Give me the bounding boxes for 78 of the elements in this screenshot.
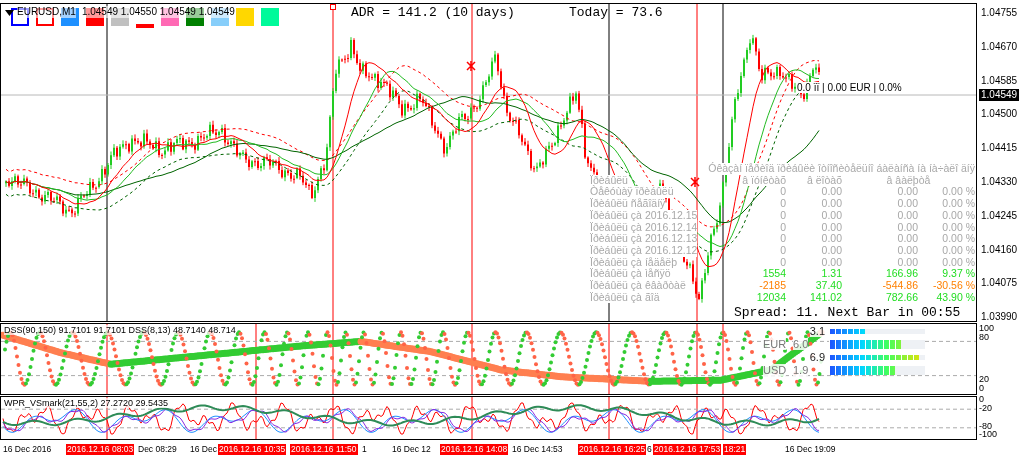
price-label: 1.04415: [981, 142, 1018, 155]
table-cell: 0.00 %: [942, 233, 975, 245]
time-marker-label: 2016.12.16 10:35: [218, 444, 287, 455]
table-cell: 0.00: [821, 233, 842, 245]
indicator-title: WPR_VSmark(21,55,2) 27.2720 29.5435: [4, 398, 169, 408]
table-cell: 0.00: [897, 233, 918, 245]
table-cell: 0: [780, 233, 786, 245]
time-label: 16 Dec 14:53: [512, 444, 563, 455]
symbol-label: EURUSD,M1: [17, 6, 76, 18]
time-marker-label: 2016.12.16 16:25: [578, 444, 647, 455]
table-cell: 0: [780, 244, 786, 257]
price-label: 1.04075: [981, 277, 1018, 290]
time-label: Dec 08:29: [138, 444, 177, 455]
price-label: 1.03990: [981, 311, 1018, 324]
asterisk-icon: [466, 60, 476, 72]
vertical-line[interactable]: [696, 4, 698, 321]
color-swatch[interactable]: [236, 8, 254, 26]
time-label: 16 Dec 19:09: [785, 444, 836, 455]
time-label: 16 Dec: [190, 444, 217, 455]
quote-text: 1.04549 1.04550 1.04549 1.04549: [81, 6, 235, 18]
scale-label: 0: [979, 383, 984, 393]
table-cell: -30.56 %: [932, 280, 975, 292]
color-swatch[interactable]: [261, 8, 279, 26]
current-price-label: 1.04549: [979, 89, 1020, 101]
color-swatch[interactable]: [136, 24, 154, 28]
scale-label: 100: [979, 323, 995, 333]
table-cell: -2185: [759, 280, 786, 292]
table-cell: 0.00: [821, 198, 842, 210]
table-cell: 0: [780, 209, 786, 222]
row-label: Ïðèáûëü çà 2016.12.13: [590, 233, 698, 245]
square-handle-icon[interactable]: [330, 4, 336, 10]
adr-text: ADR = 141.2 (10 days): [351, 5, 515, 20]
position-info-text: 0.0 ïï | 0.00 EUR | 0.0%: [797, 82, 902, 93]
price-label: 1.04500: [981, 108, 1018, 121]
time-label: 6: [647, 444, 652, 455]
table-cell: 0: [780, 221, 786, 234]
time-label: 16 Dec 12: [392, 444, 431, 455]
table-cell: 0.00 %: [942, 198, 975, 210]
asterisk-icon: [690, 176, 700, 188]
time-marker-label: 18:21: [723, 444, 747, 455]
column-header: Ïðèáûëü: [590, 174, 628, 187]
currency-name: EUR: [763, 338, 787, 350]
time-label: 16 Dec 2016: [3, 444, 52, 455]
scale-label: 0: [979, 394, 984, 404]
time-marker-label: 2016.12.16 14:08: [440, 444, 509, 455]
dropdown-triangle-icon[interactable]: [5, 10, 14, 16]
currency-name: USD: [763, 364, 787, 376]
strength-value: 1.9: [793, 364, 809, 376]
price-label: 1.04670: [981, 40, 1018, 53]
scale-label: -20: [979, 403, 992, 413]
indicator-title: DSS(90,150) 91.7101 91.7101 DSS(8,13) 48.7140 48.714: [4, 325, 236, 335]
row-label: Ïðèáûëü ñåãîäíÿ: [590, 198, 666, 210]
scale-label: -100: [979, 429, 997, 439]
scale-label: 20: [979, 374, 989, 384]
time-marker-label: 2016.12.16 11:50: [290, 444, 358, 455]
row-label: Òåêóùàÿ ïðèáûëü: [590, 186, 674, 199]
price-label: 1.04585: [981, 74, 1018, 87]
row-label: Ïðèáûëü çà ìåñÿö: [590, 268, 671, 281]
today-text: Today = 73.6: [569, 5, 663, 20]
time-marker-label: 2016.12.16 08:03: [66, 444, 135, 455]
scale-label: 80: [979, 332, 989, 342]
time-marker-label: 2016.12.16 17:53: [653, 444, 722, 455]
stats-header: Óêàçàí ïåðèîä ïðèáûëè îòíîñèòåëüíî áàëàíñà íà íà÷àëî äíÿ: [708, 163, 975, 175]
table-cell: 0: [780, 198, 786, 210]
spread-text: Spread: 11. Next Bar in 00:55: [734, 305, 961, 320]
vertical-line[interactable]: [722, 4, 724, 321]
table-cell: -544.86: [882, 280, 918, 292]
table-cell: 0.00: [897, 198, 918, 210]
price-label: 1.04245: [981, 209, 1018, 222]
price-label: 1.04755: [981, 7, 1018, 19]
time-label: 1: [362, 444, 367, 455]
price-label: 1.04330: [981, 176, 1018, 188]
scale-label: -80: [979, 421, 992, 431]
strength-value: 6.0: [793, 338, 809, 350]
price-label: 1.04160: [981, 243, 1018, 256]
row-label: Ïðèáûëü çà êâàðòàë: [590, 280, 686, 292]
table-cell: 37.40: [815, 280, 842, 292]
table-cell: 0: [780, 256, 786, 269]
